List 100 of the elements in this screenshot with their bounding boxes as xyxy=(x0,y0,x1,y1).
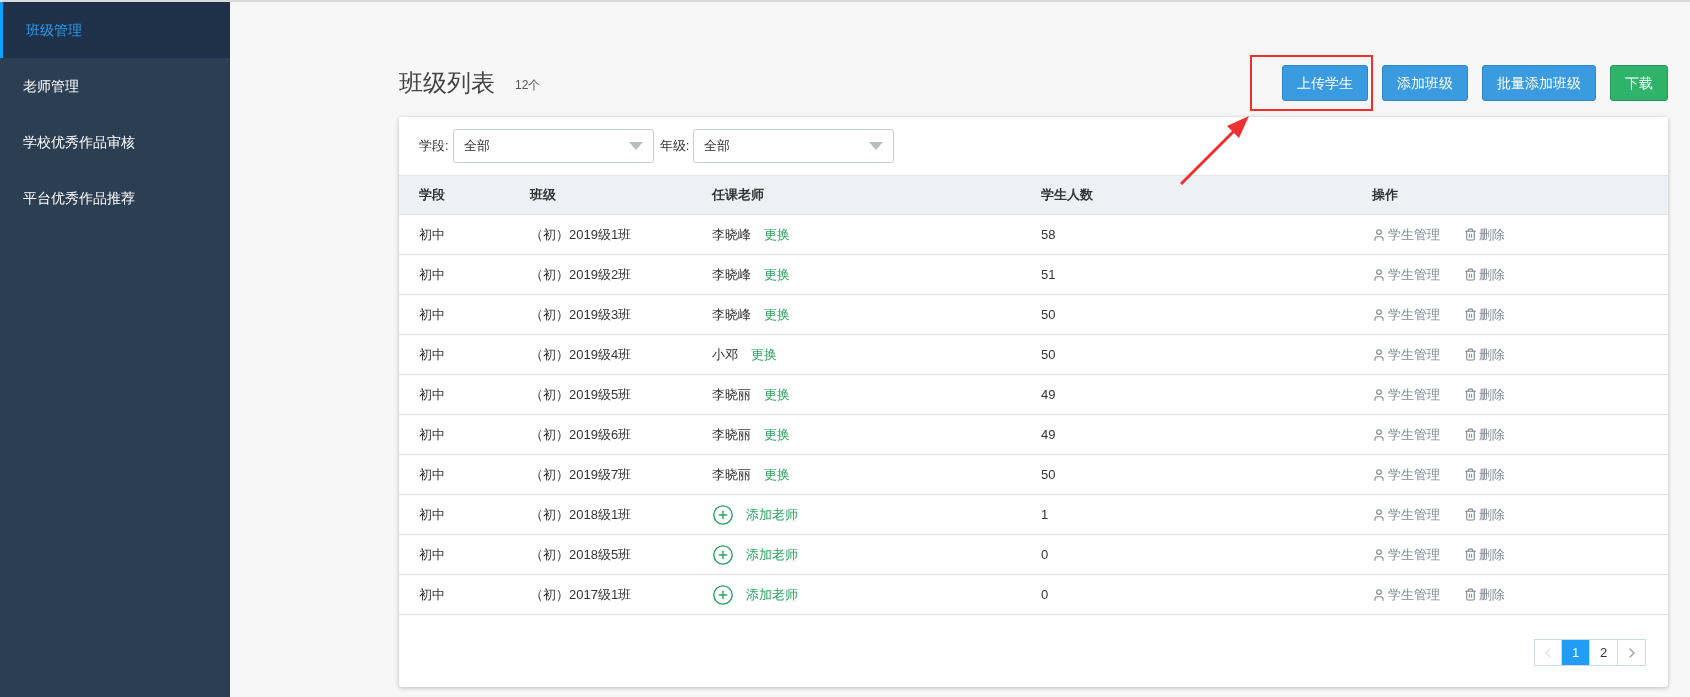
table-cell-text: 50 xyxy=(1041,305,1057,324)
add-teacher-link[interactable]: 添加老师 xyxy=(746,584,798,605)
toolbar-button[interactable]: 上传学生 xyxy=(1282,65,1368,101)
user-icon xyxy=(1372,467,1386,482)
delete-link[interactable]: 删除 xyxy=(1479,504,1505,525)
page-title: 班级列表 xyxy=(399,68,495,98)
student-management-link[interactable]: 学生管理 xyxy=(1388,384,1440,405)
student-management-link[interactable]: 学生管理 xyxy=(1388,424,1440,445)
delete-link[interactable]: 删除 xyxy=(1479,464,1505,485)
table-cell-text: （初）2019级3班 xyxy=(530,305,633,324)
select-field[interactable]: 全部 xyxy=(693,129,895,163)
user-icon xyxy=(1372,307,1386,322)
table-cell-text: 初中 xyxy=(419,225,446,244)
student-management-link[interactable]: 学生管理 xyxy=(1388,464,1440,485)
table-cell-text: 50 xyxy=(1041,345,1057,364)
change-link[interactable]: 更换 xyxy=(751,344,777,365)
table-cell-text: 1 xyxy=(1041,505,1050,524)
table-cell-text: 初中 xyxy=(419,385,446,404)
toolbar-button[interactable]: 添加班级 xyxy=(1382,65,1468,101)
table-cell-text: （初）2018级1班 xyxy=(530,505,633,524)
table-cell-text: 初中 xyxy=(419,265,446,284)
change-link[interactable]: 更换 xyxy=(764,224,790,245)
student-management-link[interactable]: 学生管理 xyxy=(1388,584,1440,605)
table-cell-text: 初中 xyxy=(419,505,446,524)
add-icon xyxy=(712,583,734,606)
trash-icon xyxy=(1464,588,1477,601)
trash-icon xyxy=(1464,348,1477,361)
table-cell-text: （初）2018级5班 xyxy=(530,545,633,564)
sidebar-item[interactable]: 学校优秀作品审核 xyxy=(0,114,230,170)
teacher-name: 李晓丽 xyxy=(712,385,751,404)
page-button[interactable]: 1 xyxy=(1562,639,1590,666)
change-link[interactable]: 更换 xyxy=(764,464,790,485)
student-management-link[interactable]: 学生管理 xyxy=(1388,304,1440,325)
student-management-link[interactable]: 学生管理 xyxy=(1388,264,1440,285)
delete-link[interactable]: 删除 xyxy=(1479,544,1505,565)
delete-link[interactable]: 删除 xyxy=(1479,344,1505,365)
delete-link[interactable]: 删除 xyxy=(1479,264,1505,285)
add-icon xyxy=(712,503,734,526)
add-teacher-link[interactable]: 添加老师 xyxy=(746,504,798,525)
table-cell-text: 初中 xyxy=(419,545,446,564)
user-icon xyxy=(1372,587,1386,602)
change-link[interactable]: 更换 xyxy=(764,304,790,325)
delete-link[interactable]: 删除 xyxy=(1479,304,1505,325)
table-cell-text: （初）2019级1班 xyxy=(530,225,633,244)
student-management-link[interactable]: 学生管理 xyxy=(1388,544,1440,565)
delete-link[interactable]: 删除 xyxy=(1479,584,1505,605)
table-cell-text: （初）2019级2班 xyxy=(530,265,633,284)
table-cell-text: （初）2019级6班 xyxy=(530,425,633,444)
select-field[interactable]: 全部 xyxy=(452,129,654,163)
column-header: 操作 xyxy=(1372,186,1399,205)
teacher-name: 李晓峰 xyxy=(712,305,751,324)
page-button[interactable]: 2 xyxy=(1590,639,1618,666)
user-icon xyxy=(1372,507,1386,522)
sidebar-item[interactable]: 老师管理 xyxy=(0,58,230,114)
table-cell-text: 58 xyxy=(1041,225,1057,244)
class-count: 12个 xyxy=(515,77,541,94)
change-link[interactable]: 更换 xyxy=(764,384,790,405)
student-management-link[interactable]: 学生管理 xyxy=(1388,344,1440,365)
student-management-link[interactable]: 学生管理 xyxy=(1388,504,1440,525)
table-cell-text: （初）2017级1班 xyxy=(530,585,633,604)
user-icon xyxy=(1372,427,1386,442)
table-cell-text: 初中 xyxy=(419,305,446,324)
trash-icon xyxy=(1464,308,1477,321)
table-cell-text: 50 xyxy=(1041,465,1057,484)
user-icon xyxy=(1372,347,1386,362)
delete-link[interactable]: 删除 xyxy=(1479,424,1505,445)
add-teacher-link[interactable]: 添加老师 xyxy=(746,544,798,565)
delete-link[interactable]: 删除 xyxy=(1479,224,1505,245)
sidebar-item[interactable]: 平台优秀作品推荐 xyxy=(0,170,230,226)
sidebar-item[interactable]: 班级管理 xyxy=(0,2,230,58)
change-link[interactable]: 更换 xyxy=(764,424,790,445)
trash-icon xyxy=(1464,428,1477,441)
dropdown-triangle-icon xyxy=(628,142,643,150)
teacher-name: 李晓峰 xyxy=(712,265,751,284)
next-page-button[interactable] xyxy=(1618,639,1646,666)
change-link[interactable]: 更换 xyxy=(764,264,790,285)
delete-link[interactable]: 删除 xyxy=(1479,384,1505,405)
column-header: 班级 xyxy=(530,186,557,205)
table-cell-text: 初中 xyxy=(419,585,446,604)
teacher-name: 李晓丽 xyxy=(712,465,751,484)
column-header: 任课老师 xyxy=(712,186,765,205)
table-cell-text: 49 xyxy=(1041,385,1057,404)
table-cell-text: 初中 xyxy=(419,425,446,444)
toolbar-button[interactable]: 批量添加班级 xyxy=(1482,65,1596,101)
teacher-name: 李晓丽 xyxy=(712,425,751,444)
dropdown-triangle-icon xyxy=(869,142,884,150)
table-cell-text: 49 xyxy=(1041,425,1057,444)
table-cell-text: （初）2019级7班 xyxy=(530,465,633,484)
trash-icon xyxy=(1464,468,1477,481)
trash-icon xyxy=(1464,228,1477,241)
toolbar-button[interactable]: 下载 xyxy=(1610,65,1668,101)
table-cell-text: 0 xyxy=(1041,585,1050,604)
trash-icon xyxy=(1464,548,1477,561)
table-cell-text: 51 xyxy=(1041,265,1057,284)
filter-label: 年级: xyxy=(659,137,690,156)
table-cell-text: 初中 xyxy=(419,465,446,484)
teacher-name: 小邓 xyxy=(712,345,738,364)
student-management-link[interactable]: 学生管理 xyxy=(1388,224,1440,245)
trash-icon xyxy=(1464,508,1477,521)
teacher-name: 李晓峰 xyxy=(712,225,751,244)
